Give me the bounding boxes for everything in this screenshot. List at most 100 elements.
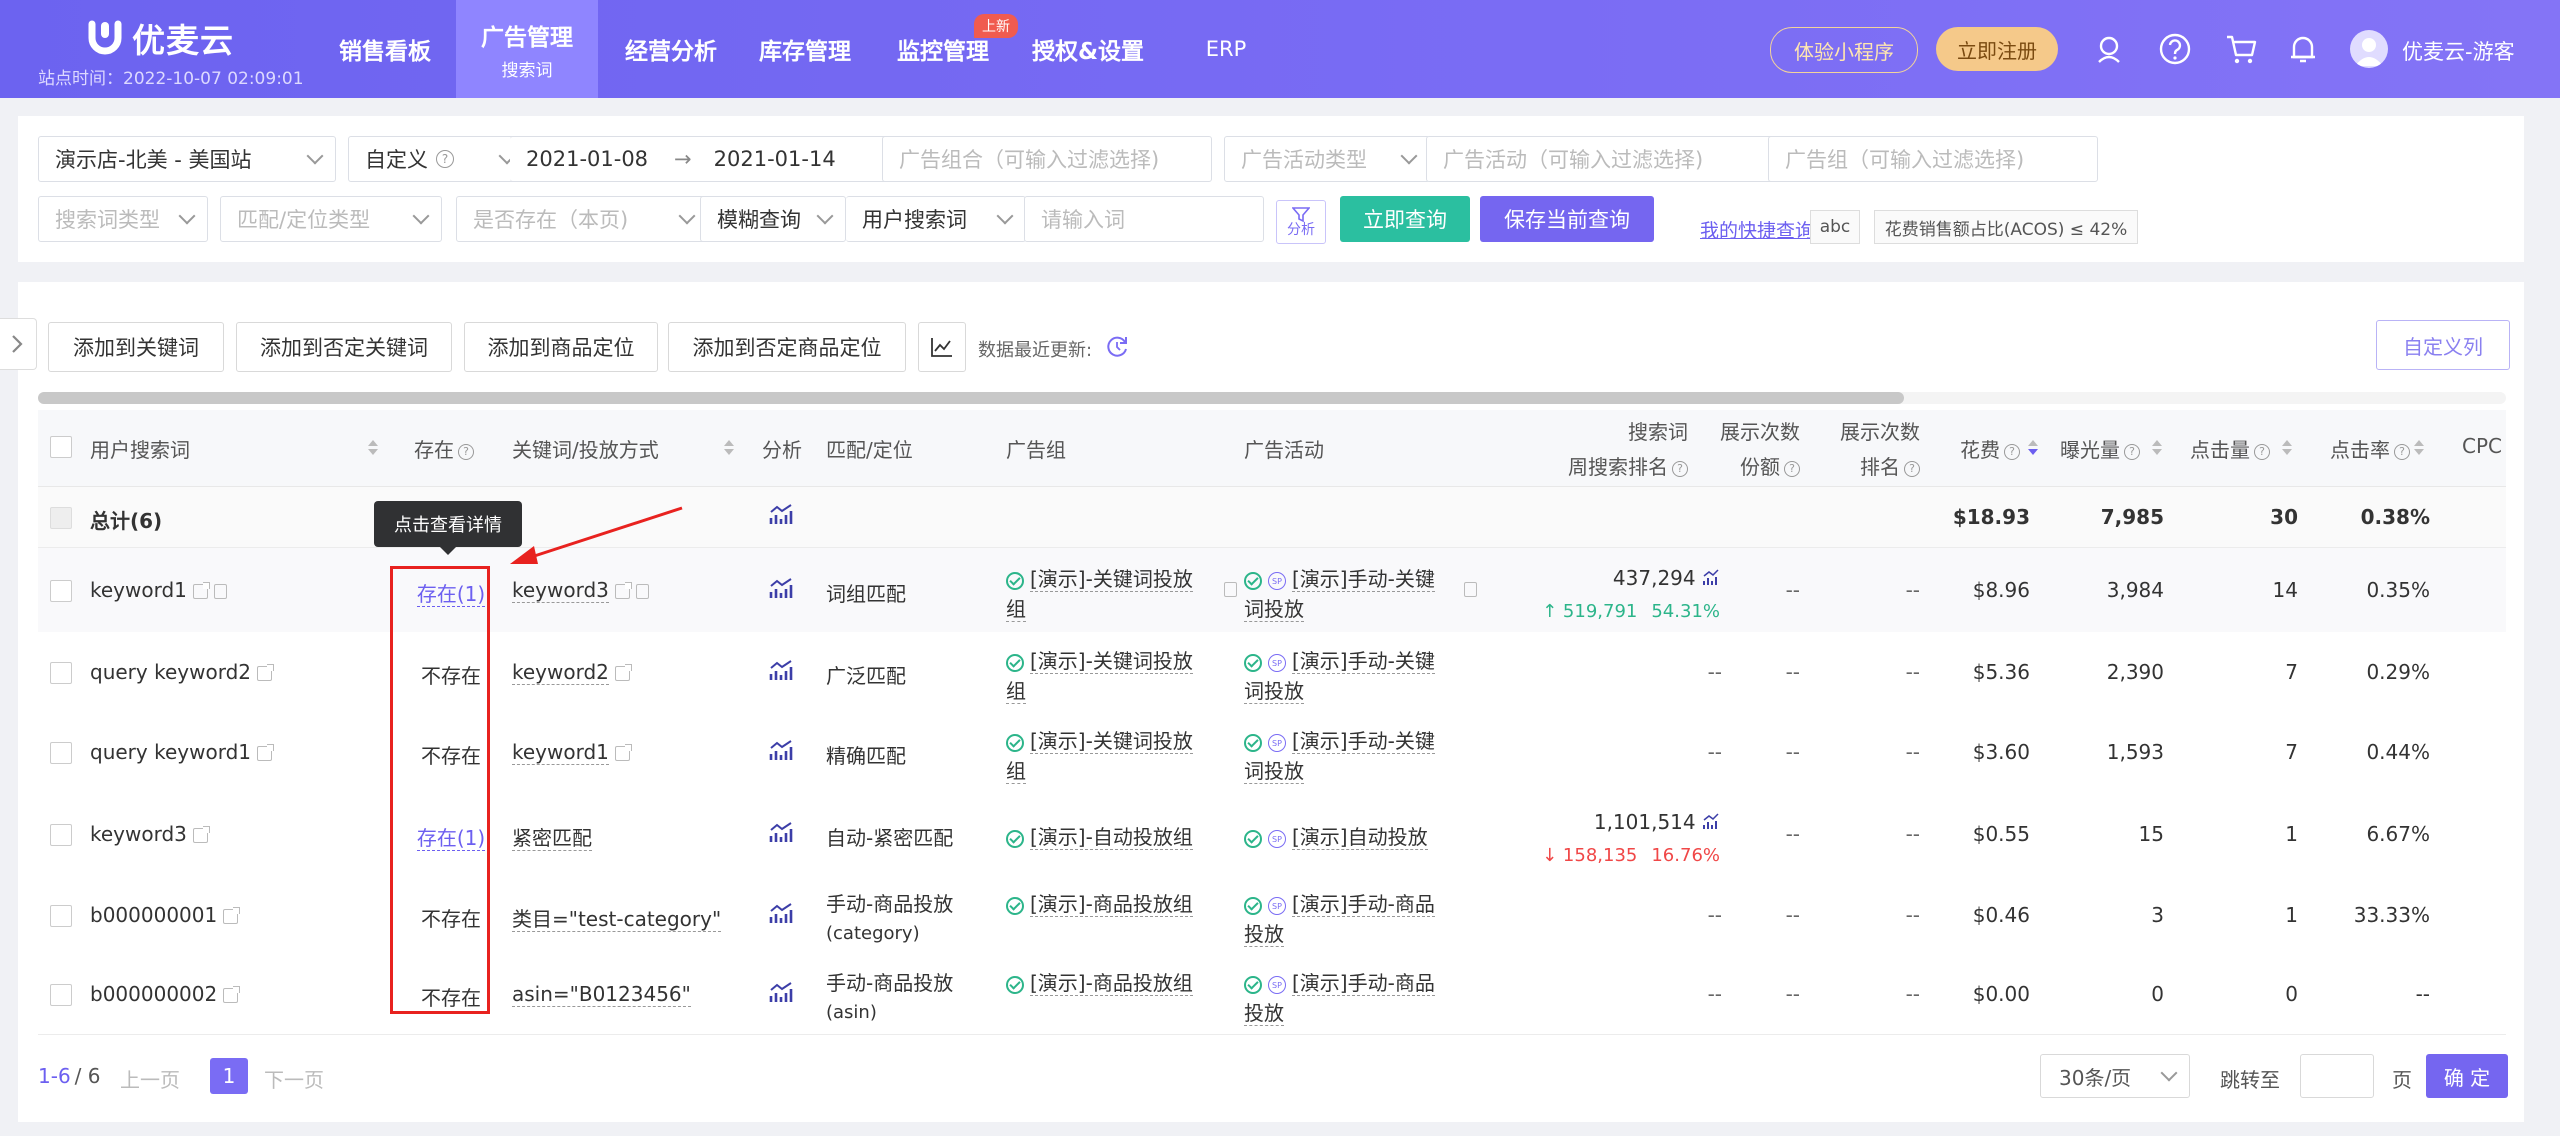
fuzzy-select[interactable]: 模糊查询 bbox=[700, 196, 846, 242]
logo[interactable]: 优麦云 bbox=[88, 14, 234, 62]
sidebar-expand-tab[interactable] bbox=[0, 318, 37, 370]
date-end[interactable]: 2021-01-14 bbox=[714, 147, 836, 171]
row-checkbox[interactable] bbox=[50, 742, 72, 764]
search-term[interactable]: b000000001 bbox=[90, 903, 217, 927]
trend-chart-icon[interactable] bbox=[768, 503, 794, 532]
col-exists[interactable]: 存在? bbox=[414, 434, 474, 463]
sort-asc-icon[interactable] bbox=[2282, 440, 2292, 446]
ad-group-cell[interactable]: [演示]-关键词投放组 bbox=[1006, 564, 1236, 624]
sort-desc-icon[interactable] bbox=[724, 449, 734, 455]
avatar[interactable] bbox=[2350, 30, 2388, 68]
campaign-cell[interactable]: SP [演示]手动-关键 词投放 bbox=[1244, 646, 1474, 706]
add-to-negative-product-button[interactable]: 添加到否定商品定位 bbox=[668, 322, 906, 372]
row-checkbox[interactable] bbox=[50, 580, 72, 602]
sort-desc-icon[interactable] bbox=[2282, 449, 2292, 455]
ad-group-cell[interactable]: [演示]-商品投放组 bbox=[1006, 889, 1236, 919]
campaign-cell[interactable]: SP [演示]手动-关键 词投放 bbox=[1244, 726, 1474, 786]
search-rank-cell[interactable]: 437,294 ↑ 519,791 54.31% bbox=[1498, 562, 1720, 628]
sort-asc-icon[interactable] bbox=[2414, 440, 2424, 446]
horizontal-scrollbar[interactable] bbox=[38, 392, 2506, 404]
customer-service-icon[interactable] bbox=[2092, 32, 2126, 66]
ad-group-cell[interactable]: [演示]-关键词投放组 bbox=[1006, 726, 1236, 786]
trend-chart-icon[interactable] bbox=[768, 821, 794, 850]
search-term[interactable]: query keyword2 bbox=[90, 660, 251, 684]
search-term-cell[interactable]: query keyword1 bbox=[90, 740, 274, 764]
add-to-keywords-button[interactable]: 添加到关键词 bbox=[48, 322, 224, 372]
keyword-cell[interactable]: 类目="test-category" bbox=[512, 903, 722, 932]
date-mode-select[interactable]: 自定义? bbox=[348, 136, 528, 182]
store-select[interactable]: 演示店-北美 - 美国站 bbox=[38, 136, 336, 182]
jump-confirm-button[interactable]: 确 定 bbox=[2426, 1054, 2508, 1098]
keyword-text[interactable]: asin="B0123456" bbox=[512, 982, 691, 1007]
col-ctr[interactable]: 点击率? bbox=[2330, 434, 2410, 463]
keyword-cell[interactable]: keyword1 bbox=[512, 740, 632, 765]
add-to-product-targeting-button[interactable]: 添加到商品定位 bbox=[464, 322, 658, 372]
external-link-icon[interactable] bbox=[614, 582, 632, 599]
query-button[interactable]: 立即查询 bbox=[1340, 196, 1470, 242]
scrollbar-thumb[interactable] bbox=[38, 392, 1904, 404]
row-checkbox[interactable] bbox=[50, 824, 72, 846]
col-keyword[interactable]: 关键词/投放方式 bbox=[512, 434, 659, 463]
match-type-select[interactable]: 匹配/定位类型 bbox=[220, 196, 442, 242]
help-icon[interactable] bbox=[2158, 32, 2192, 66]
external-link-icon[interactable] bbox=[223, 907, 241, 924]
custom-columns-button[interactable]: 自定义列 bbox=[2376, 320, 2510, 370]
sort-desc-active-icon[interactable] bbox=[2028, 449, 2038, 455]
external-link-icon[interactable] bbox=[257, 664, 274, 681]
sort-desc-icon[interactable] bbox=[2152, 449, 2162, 455]
col-impression-rank[interactable]: 展示次数 排名? bbox=[1810, 416, 1920, 480]
external-link-icon[interactable] bbox=[192, 826, 210, 843]
sort-asc-icon[interactable] bbox=[368, 440, 378, 446]
sort-asc-icon[interactable] bbox=[2152, 440, 2162, 446]
quick-tag-abc[interactable]: abc bbox=[1810, 210, 1860, 244]
keyword-cell[interactable]: keyword2 bbox=[512, 660, 632, 685]
copy-icon[interactable] bbox=[213, 584, 227, 599]
keyword-cell[interactable]: keyword3 bbox=[512, 578, 649, 603]
date-range-picker[interactable]: 2021-01-08 → 2021-01-14 bbox=[510, 136, 888, 182]
col-impression-share[interactable]: 展示次数 份额? bbox=[1694, 416, 1800, 480]
copy-icon[interactable] bbox=[1224, 582, 1237, 597]
analysis-button[interactable]: 分析 bbox=[1276, 200, 1326, 244]
col-clicks[interactable]: 点击量? bbox=[2190, 434, 2270, 463]
trend-chart-icon[interactable] bbox=[768, 577, 794, 606]
keyword-text[interactable]: 紧密匹配 bbox=[512, 826, 592, 851]
trend-chart-icon[interactable] bbox=[768, 659, 794, 688]
keyword-input[interactable]: 请输入词 bbox=[1024, 196, 1264, 242]
exists-select[interactable]: 是否存在（本页) bbox=[456, 196, 708, 242]
col-cpc[interactable]: CPC bbox=[2462, 434, 2502, 458]
search-term[interactable]: keyword3 bbox=[90, 822, 187, 846]
external-link-icon[interactable] bbox=[614, 744, 632, 761]
ad-group-cell[interactable]: [演示]-自动投放组 bbox=[1006, 822, 1236, 852]
campaign-type-select[interactable]: 广告活动类型 bbox=[1224, 136, 1430, 182]
nav-sales-dashboard[interactable]: 销售看板 bbox=[322, 0, 448, 98]
keyword-text[interactable]: keyword3 bbox=[512, 578, 609, 603]
search-term[interactable]: query keyword1 bbox=[90, 740, 251, 764]
external-link-icon[interactable] bbox=[192, 582, 210, 599]
prev-page[interactable]: 上一页 bbox=[120, 1064, 180, 1093]
ad-group-input[interactable]: 广告组（可输入过滤选择) bbox=[1768, 136, 2098, 182]
search-term-cell[interactable]: keyword1 bbox=[90, 578, 227, 602]
external-link-icon[interactable] bbox=[614, 664, 632, 681]
campaign-input[interactable]: 广告活动（可输入过滤选择) bbox=[1426, 136, 1774, 182]
field-select[interactable]: 用户搜索词 bbox=[846, 196, 1026, 242]
sort-desc-icon[interactable] bbox=[2414, 449, 2424, 455]
col-search-term[interactable]: 用户搜索词 bbox=[90, 434, 190, 463]
refresh-icon[interactable] bbox=[1104, 334, 1130, 360]
nav-erp[interactable]: ERP bbox=[1196, 0, 1256, 98]
keyword-cell[interactable]: asin="B0123456" bbox=[512, 982, 691, 1007]
register-button[interactable]: 立即注册 bbox=[1936, 27, 2058, 71]
nav-monitoring[interactable]: 监控管理 上新 bbox=[880, 0, 1018, 98]
ad-group-cell[interactable]: [演示]-关键词投放组 bbox=[1006, 646, 1236, 706]
row-checkbox[interactable] bbox=[50, 662, 72, 684]
per-page-select[interactable]: 30条/页 bbox=[2040, 1054, 2190, 1098]
keyword-text[interactable]: keyword2 bbox=[512, 660, 609, 685]
search-term[interactable]: b000000002 bbox=[90, 982, 217, 1006]
search-term[interactable]: keyword1 bbox=[90, 578, 187, 602]
search-term-cell[interactable]: b000000001 bbox=[90, 903, 241, 927]
ad-portfolio-input[interactable]: 广告组合（可输入过滤选择) bbox=[882, 136, 1212, 182]
campaign-cell[interactable]: SP [演示]手动-商品 投放 bbox=[1244, 889, 1474, 949]
keyword-text[interactable]: keyword1 bbox=[512, 740, 609, 765]
page-1[interactable]: 1 bbox=[210, 1058, 248, 1094]
search-term-cell[interactable]: keyword3 bbox=[90, 822, 210, 846]
external-link-icon[interactable] bbox=[223, 986, 241, 1003]
